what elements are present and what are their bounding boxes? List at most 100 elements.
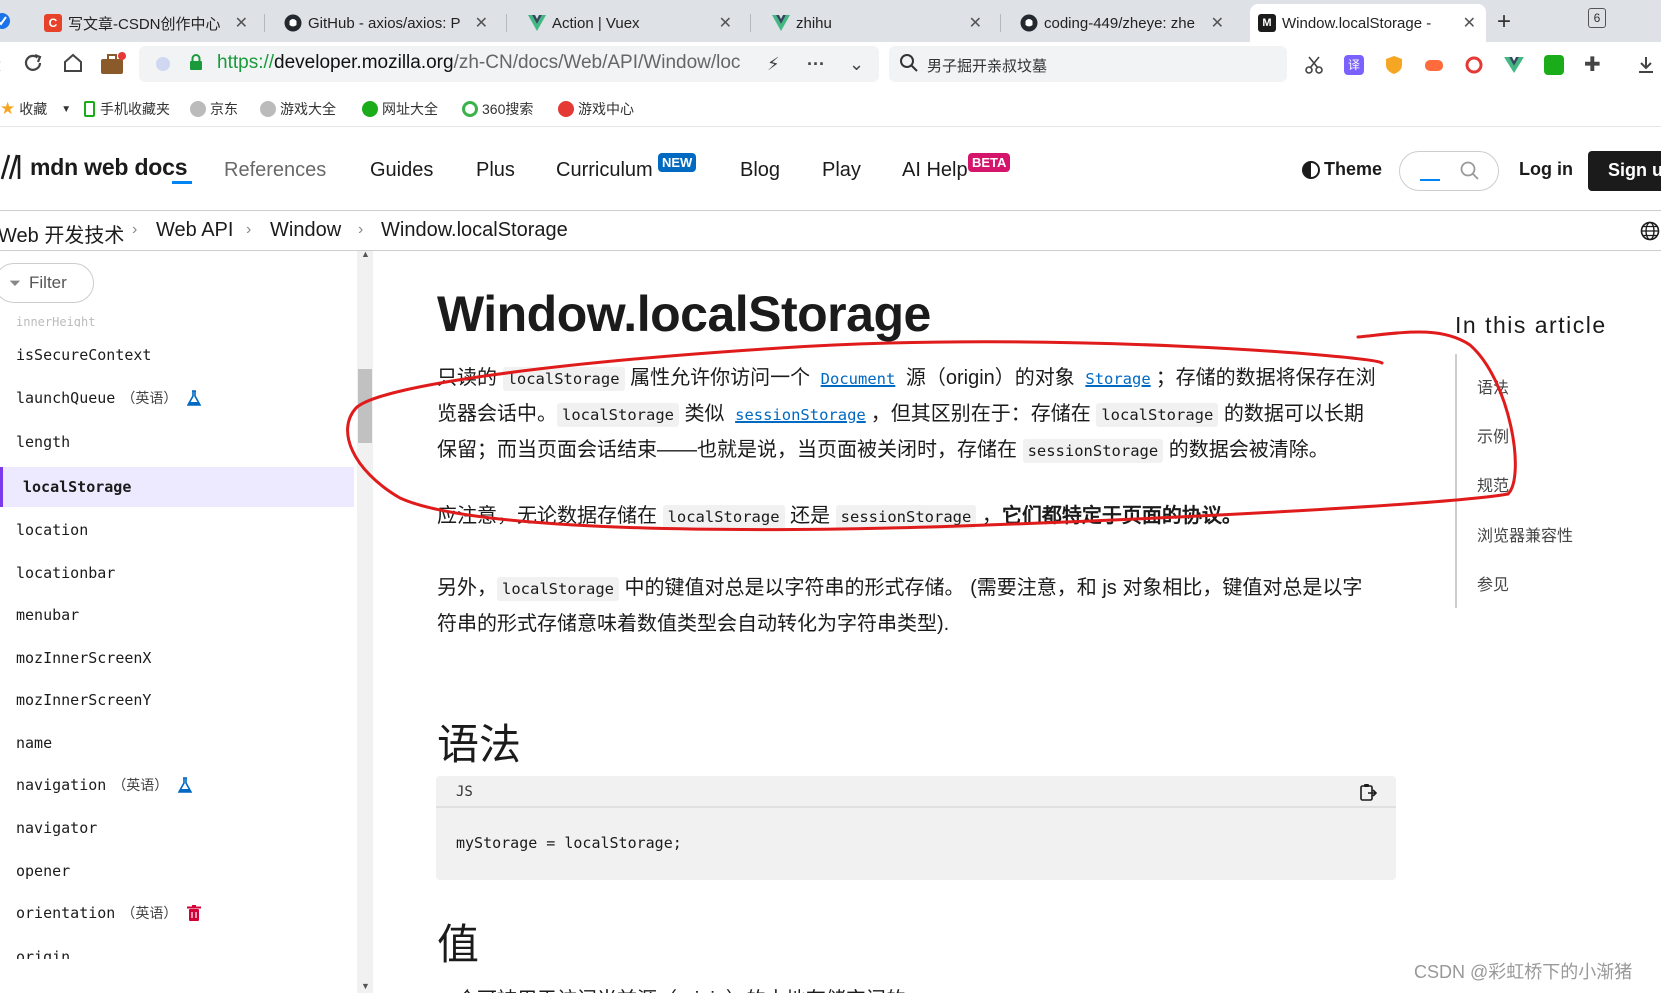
bookmark-gamecenter[interactable]: 游戏中心 [558,99,634,119]
login-button[interactable]: Log in [1519,159,1573,180]
download-icon[interactable] [1636,55,1656,75]
theme-button[interactable]: Theme [1302,159,1382,180]
sidebar-item-length[interactable]: length [0,422,354,462]
sidebar-item-navigator[interactable]: navigator [0,808,354,848]
sidebar-item-opener[interactable]: opener [0,851,354,891]
sidebar-item-issecurecontext[interactable]: isSecureContext [0,335,354,375]
toc-item-examples[interactable]: 示例 [1477,423,1509,447]
bookmark-favorites[interactable]: ★ 收藏 ▼ [0,99,71,119]
globe-icon [190,101,206,117]
toc-item-see-also[interactable]: 参见 [1477,571,1509,595]
sidebar-item-launchqueue[interactable]: launchQueue （英语） [0,378,354,418]
sidebar-item-location[interactable]: location [0,510,354,550]
reload-icon[interactable] [22,52,44,80]
scrollbar-thumb[interactable] [358,369,372,443]
browser-search-box[interactable]: 男子掘开亲叔坟墓 [889,46,1287,82]
shield-icon[interactable] [1384,55,1404,75]
menu-blog[interactable]: Blog [740,159,780,182]
ring-icon[interactable] [1464,55,1484,75]
wechat-icon[interactable] [1544,55,1564,75]
back-icon[interactable]: ‹ [0,52,1,78]
tab-count-badge[interactable]: 6 [1588,8,1606,28]
close-icon[interactable]: ✕ [969,13,982,33]
chevron-down-icon[interactable]: ⌄ [849,54,864,75]
scroll-up-icon[interactable]: ▲ [361,249,370,259]
menu-references[interactable]: References [224,159,326,182]
language-globe-icon[interactable] [1640,221,1660,241]
tab-zhihu[interactable]: zhihu ✕ [764,4,992,42]
sidebar-item-name[interactable]: name [0,723,354,763]
close-icon[interactable]: ✕ [1463,13,1476,33]
sidebar-item-mozinnerscreeny[interactable]: mozInnerScreenY [0,680,354,720]
translate-icon[interactable]: 译 [1344,55,1364,75]
puzzle-icon[interactable]: ✚ [1584,55,1604,75]
sidebar-item-locationbar[interactable]: locationbar [0,553,354,593]
breadcrumb-window[interactable]: Window [270,219,341,242]
sidebar-filter[interactable]: ⏷ Filter [0,263,94,303]
sidebar-item-orientation[interactable]: orientation （英语） [0,893,354,933]
tab-github-axios[interactable]: GitHub - axios/axios: P ✕ [276,4,498,42]
signup-button[interactable]: Sign up [1588,151,1661,191]
document-link[interactable]: Document [816,367,901,389]
storage-link[interactable]: Storage [1080,367,1155,389]
vue-devtools-icon[interactable] [1504,55,1524,75]
new-badge: NEW [658,153,697,172]
scissors-icon[interactable] [1304,55,1324,75]
breadcrumb-current[interactable]: Window.localStorage [381,219,568,242]
star-icon: ★ [0,99,16,118]
mdn-search-input[interactable] [1399,151,1499,191]
menu-guides[interactable]: Guides [370,159,433,182]
home-icon[interactable] [62,52,84,80]
bookmark-jd[interactable]: 京东 [190,99,238,119]
breadcrumb: Web 开发技术 › Web API › Window › Window.loc… [0,211,1661,251]
menu-plus[interactable]: Plus [476,159,515,182]
sidebar-item-menubar[interactable]: menubar [0,595,354,635]
more-icon[interactable]: ··· [807,54,825,75]
lightning-icon[interactable]: ⚡ [767,54,780,75]
bookmark-hao360[interactable]: 网址大全 [362,99,438,119]
close-icon[interactable]: ✕ [235,13,248,33]
breadcrumb-webapi[interactable]: Web API [156,219,233,242]
mdn-logo[interactable]: mdn web docs [0,153,188,181]
chevron-right-icon: › [358,221,364,238]
sidebar-item-navigation[interactable]: navigation （英语） [0,765,354,805]
sessionstorage-link[interactable]: sessionStorage [730,403,871,425]
scroll-down-icon[interactable]: ▼ [361,981,370,991]
close-icon[interactable]: ✕ [719,13,732,33]
site-info-icon[interactable] [155,56,171,72]
value-heading: 值 [437,921,480,968]
close-icon[interactable]: ✕ [1211,13,1224,33]
url-bar[interactable]: https://developer.mozilla.org/zh-CN/docs… [139,46,879,82]
menu-ai-help[interactable]: AI Help [902,159,968,182]
search-icon[interactable] [1460,161,1480,181]
value-paragraph-clipped: 一个可被用于访问当前源（origin）的本地存储空间的 [437,983,906,993]
tab-localstorage-active[interactable]: M Window.localStorage - ✕ [1250,4,1486,42]
menu-play[interactable]: Play [822,159,861,182]
code-language: JS [456,784,473,800]
briefcase-icon[interactable] [100,52,126,82]
new-tab-button[interactable]: + [1497,8,1511,36]
gamepad-icon[interactable] [1424,55,1444,75]
bookmark-360search[interactable]: 360搜索 [462,99,533,119]
toc-item-syntax[interactable]: 语法 [1477,374,1509,398]
beta-badge: BETA [968,153,1011,172]
search-icon [900,54,918,72]
tab-csdn[interactable]: C 写文章-CSDN创作中心 ✕ [36,4,258,42]
tab-zheye[interactable]: coding-449/zheye: zhe ✕ [1012,4,1234,42]
toc-item-compat[interactable]: 浏览器兼容性 [1477,522,1573,546]
bookmark-mobile[interactable]: 手机收藏夹 [84,99,170,119]
syntax-heading: 语法 [437,721,522,768]
copy-icon[interactable] [1358,782,1378,802]
intro-paragraph: 只读的 localStorage 属性允许你访问一个 Document 源（or… [437,367,1376,463]
sidebar-item-localstorage[interactable]: localStorage [0,467,354,507]
sidebar-scrollbar[interactable]: ▲ ▼ [357,249,373,993]
toc-item-specifications[interactable]: 规范 [1477,472,1509,496]
menu-curriculum[interactable]: Curriculum [556,159,653,182]
sidebar-item-mozinnerscreenx[interactable]: mozInnerScreenX [0,638,354,678]
url-text[interactable]: https://developer.mozilla.org/zh-CN/docs… [217,52,740,74]
breadcrumb-web[interactable]: Web 开发技术 [0,219,124,248]
bookmark-games[interactable]: 游戏大全 [260,99,336,119]
close-icon[interactable]: ✕ [475,13,488,33]
sidebar-item-origin[interactable]: origin [0,935,354,959]
tab-vuex-action[interactable]: Action | Vuex ✕ [520,4,742,42]
